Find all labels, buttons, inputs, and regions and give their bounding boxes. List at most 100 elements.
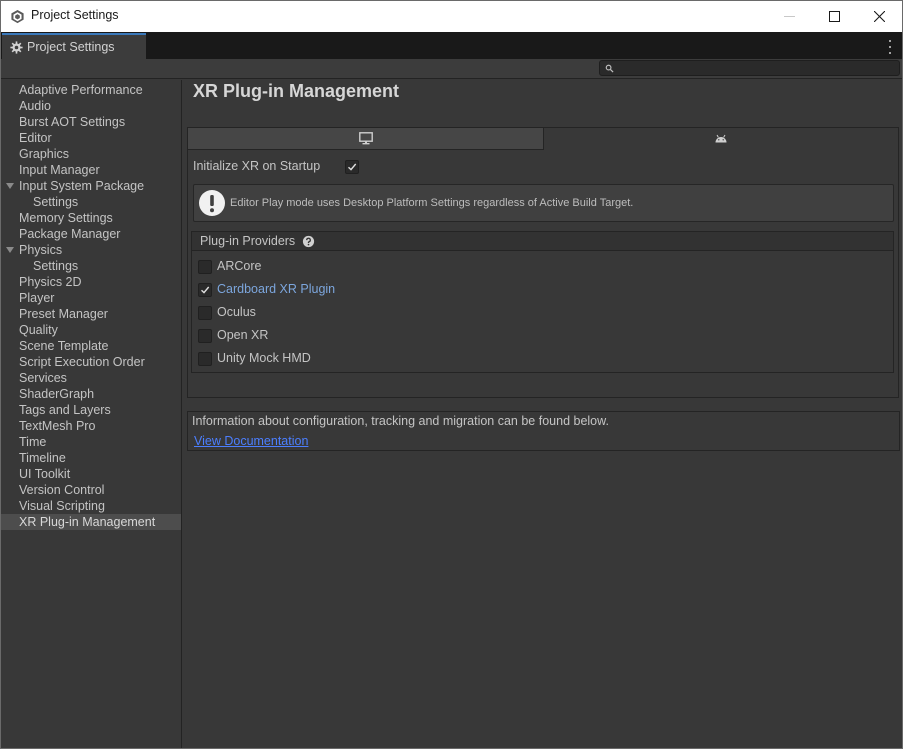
plugin-providers-panel: Plug-in Providers ARCore Cardboard XR Pl… <box>191 231 894 373</box>
help-message: Editor Play mode uses Desktop Platform S… <box>230 197 634 209</box>
minimize-button[interactable] <box>766 1 812 32</box>
fold-arrow-icon[interactable] <box>6 183 14 189</box>
sidebar-item-label: Package Manager <box>19 227 121 241</box>
tab-label: Project Settings <box>27 40 115 54</box>
sidebar-item-tags-and-layers[interactable]: Tags and Layers <box>1 402 181 418</box>
sidebar-item-scene-template[interactable]: Scene Template <box>1 338 181 354</box>
provider-label: Cardboard XR Plugin <box>217 282 336 296</box>
page-title: XR Plug-in Management <box>193 81 400 101</box>
sidebar-item-memory-settings[interactable]: Memory Settings <box>1 210 181 226</box>
sidebar-item-label: Input Manager <box>19 163 100 177</box>
provider-arcore: ARCore <box>198 258 598 276</box>
xr-settings-box: Initialize XR on Startup Editor Play mod… <box>187 127 899 398</box>
sidebar-item-label: Physics <box>19 243 63 257</box>
sidebar-item-label: XR Plug-in Management <box>19 515 156 529</box>
sidebar-item-services[interactable]: Services <box>1 370 181 386</box>
provider-label: Unity Mock HMD <box>217 351 311 365</box>
sidebar-item-label: Version Control <box>19 483 105 497</box>
sidebar-item-label: TextMesh Pro <box>19 419 96 433</box>
sidebar-item-player[interactable]: Player <box>1 290 181 306</box>
search-icon <box>605 64 614 73</box>
tab-standalone[interactable] <box>188 128 544 150</box>
sidebar-item-physics-2d[interactable]: Physics 2D <box>1 274 181 290</box>
providers-title: Plug-in Providers <box>200 234 296 248</box>
sidebar-item-input-manager[interactable]: Input Manager <box>1 162 181 178</box>
help-icon[interactable] <box>302 235 315 248</box>
sidebar-item-textmesh-pro[interactable]: TextMesh Pro <box>1 418 181 434</box>
sidebar-item-graphics[interactable]: Graphics <box>1 146 181 162</box>
sidebar-item-time[interactable]: Time <box>1 434 181 450</box>
sidebar-item-audio[interactable]: Audio <box>1 98 181 114</box>
sidebar-item-burst-aot-settings[interactable]: Burst AOT Settings <box>1 114 181 130</box>
sidebar-item-input-system-settings[interactable]: Settings <box>1 194 181 210</box>
info-text: Information about configuration, trackin… <box>192 414 609 428</box>
sidebar-item-label: ShaderGraph <box>19 387 95 401</box>
initialize-xr-row: Initialize XR on Startup <box>193 158 493 176</box>
help-box: Editor Play mode uses Desktop Platform S… <box>193 184 894 222</box>
initialize-xr-checkbox[interactable] <box>345 160 359 174</box>
sidebar-item-label: Player <box>19 291 55 305</box>
sidebar-item-physics[interactable]: Physics <box>1 242 181 258</box>
sidebar-item-ui-toolkit[interactable]: UI Toolkit <box>1 466 181 482</box>
sidebar-item-adaptive-performance[interactable]: Adaptive Performance <box>1 82 181 98</box>
sidebar-item-preset-manager[interactable]: Preset Manager <box>1 306 181 322</box>
monitor-icon <box>358 132 373 145</box>
sidebar-item-quality[interactable]: Quality <box>1 322 181 338</box>
provider-checkbox[interactable] <box>198 329 212 343</box>
unity-logo-icon <box>11 9 24 24</box>
sidebar-item-shadergraph[interactable]: ShaderGraph <box>1 386 181 402</box>
provider-checkbox[interactable] <box>198 283 212 297</box>
maximize-button[interactable] <box>811 1 857 32</box>
view-documentation-link[interactable]: View Documentation <box>194 434 308 448</box>
fold-arrow-icon[interactable] <box>6 247 14 253</box>
sidebar-item-label: Graphics <box>19 147 70 161</box>
provider-unity-mock-hmd: Unity Mock HMD <box>198 350 598 368</box>
sidebar-item-package-manager[interactable]: Package Manager <box>1 226 181 242</box>
tab-android[interactable] <box>544 128 898 150</box>
settings-sidebar: Adaptive Performance Audio Burst AOT Set… <box>1 80 182 748</box>
provider-checkbox[interactable] <box>198 352 212 366</box>
sidebar-item-script-execution-order[interactable]: Script Execution Order <box>1 354 181 370</box>
sidebar-item-label: Scene Template <box>19 339 109 353</box>
sidebar-item-label: Memory Settings <box>19 211 113 225</box>
platform-tabs <box>188 128 898 150</box>
close-button[interactable] <box>856 1 902 32</box>
minimize-icon <box>783 16 795 17</box>
initialize-xr-label: Initialize XR on Startup <box>193 159 321 173</box>
provider-checkbox[interactable] <box>198 306 212 320</box>
sidebar-item-xr-plugin-management[interactable]: XR Plug-in Management <box>1 514 181 530</box>
sidebar-item-label: Services <box>19 371 67 385</box>
sidebar-item-timeline[interactable]: Timeline <box>1 450 181 466</box>
settings-main-panel: XR Plug-in Management Initialize XR on S… <box>183 80 902 748</box>
tab-project-settings[interactable]: Project Settings <box>2 33 146 59</box>
search-input[interactable] <box>599 60 900 76</box>
info-box: Information about configuration, trackin… <box>187 411 900 451</box>
sidebar-item-version-control[interactable]: Version Control <box>1 482 181 498</box>
provider-checkbox[interactable] <box>198 260 212 274</box>
android-icon <box>715 134 727 143</box>
sidebar-item-label: Tags and Layers <box>19 403 111 417</box>
sidebar-item-label: Adaptive Performance <box>19 83 143 97</box>
sidebar-item-visual-scripting[interactable]: Visual Scripting <box>1 498 181 514</box>
kebab-menu-icon[interactable] <box>885 40 895 54</box>
provider-label: Oculus <box>217 305 256 319</box>
sidebar-item-label: UI Toolkit <box>19 467 71 481</box>
sidebar-item-label: Preset Manager <box>19 307 108 321</box>
checkmark-icon <box>201 286 210 294</box>
sidebar-item-label: Quality <box>19 323 58 337</box>
maximize-icon <box>828 11 840 22</box>
provider-open-xr: Open XR <box>198 327 598 345</box>
sidebar-item-label: Settings <box>33 195 79 209</box>
sidebar-item-label: Burst AOT Settings <box>19 115 126 129</box>
gear-icon <box>10 40 23 54</box>
sidebar-item-input-system-package[interactable]: Input System Package <box>1 178 181 194</box>
sidebar-item-physics-settings[interactable]: Settings <box>1 258 181 274</box>
sidebar-item-editor[interactable]: Editor <box>1 130 181 146</box>
sidebar-item-label: Script Execution Order <box>19 355 145 369</box>
provider-label: ARCore <box>217 259 262 273</box>
settings-toolbar <box>1 59 902 79</box>
project-settings-window: Project Settings Project Settings Adapti… <box>0 0 903 749</box>
sidebar-item-label: Visual Scripting <box>19 499 105 513</box>
sidebar-item-label: Settings <box>33 259 79 273</box>
sidebar-item-label: Physics 2D <box>19 275 82 289</box>
